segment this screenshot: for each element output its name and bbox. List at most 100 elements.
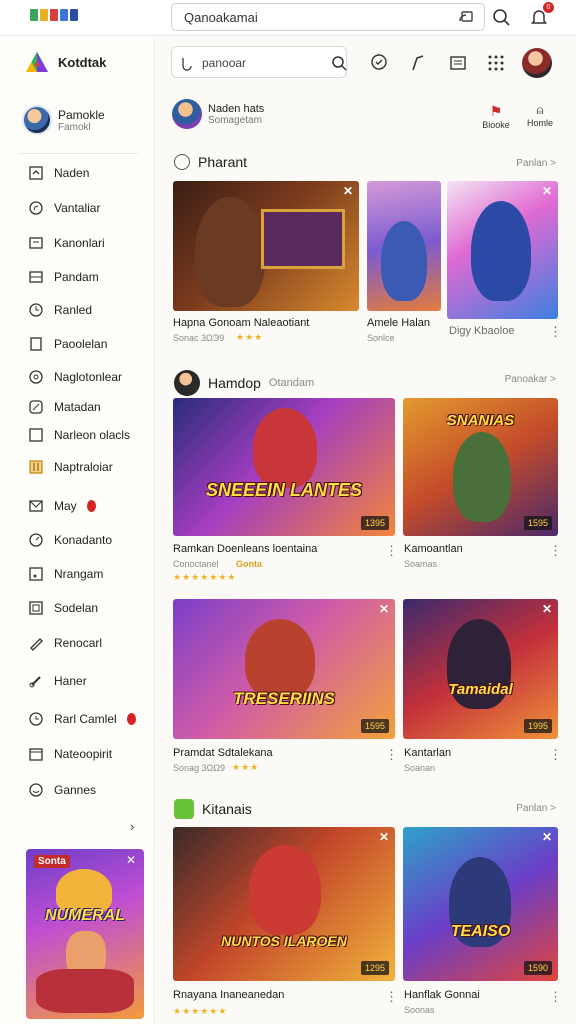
close-icon[interactable]: ✕ bbox=[542, 602, 552, 616]
video-title[interactable]: Kantarlan bbox=[404, 747, 534, 759]
app-logo[interactable]: Kotdtak bbox=[24, 49, 106, 75]
channel-action-1[interactable]: ⚑ Biooke bbox=[476, 103, 516, 130]
list-icon[interactable] bbox=[448, 53, 468, 73]
account-avatar[interactable] bbox=[522, 48, 552, 78]
sidebar-item-matadan[interactable]: Matadan bbox=[28, 397, 101, 417]
sidebar-profile[interactable]: Pamokle Famokl bbox=[22, 105, 105, 135]
video-thumbnail[interactable]: SNEEEIN LANTES 1395 bbox=[173, 398, 395, 536]
more-options-icon[interactable]: ⋮ bbox=[385, 747, 398, 763]
sidebar-item-naglotonlear[interactable]: Naglotonlear bbox=[28, 367, 122, 387]
channel-subtitle: Somagetam bbox=[208, 114, 262, 126]
rating-stars: ★★★★★★★ bbox=[173, 572, 237, 582]
sidebar-item-naptraloiar[interactable]: Naptraloiar bbox=[28, 457, 113, 477]
thumbnail-art bbox=[471, 201, 531, 301]
cast-icon[interactable] bbox=[458, 9, 474, 25]
video-thumbnail[interactable] bbox=[367, 181, 441, 311]
app-tiles-logo[interactable] bbox=[30, 9, 78, 21]
close-icon[interactable]: ✕ bbox=[379, 602, 389, 616]
section-1-more-link[interactable]: Panlan > bbox=[516, 158, 556, 169]
sidebar-item-ranled[interactable]: Ranled bbox=[28, 300, 92, 320]
video-title[interactable]: Rnayana Inaneanedan bbox=[173, 989, 373, 1001]
top-search-input[interactable]: Qanoakamai bbox=[171, 3, 485, 31]
video-thumbnail[interactable]: ✕ bbox=[447, 181, 558, 319]
section-3-more-link[interactable]: Panlan > bbox=[516, 803, 556, 814]
sidebar-item-vantaliar[interactable]: Vantaliar bbox=[28, 198, 100, 218]
video-thumbnail[interactable]: NUNTOS ILAROEN ✕ 1295 bbox=[173, 827, 395, 981]
promo-card[interactable]: Sonta ✕ NUMERAL bbox=[26, 849, 144, 1019]
thumbnail-art bbox=[245, 619, 315, 699]
share-icon[interactable] bbox=[408, 53, 428, 73]
apps-grid-icon[interactable] bbox=[486, 53, 506, 73]
sidebar-item-naden[interactable]: Naden bbox=[28, 163, 89, 183]
chat-icon[interactable] bbox=[369, 53, 389, 73]
video-thumbnail[interactable]: TEAISO ✕ 1590 bbox=[403, 827, 558, 981]
sidebar-item-may[interactable]: May bbox=[28, 496, 96, 516]
duration-badge: 1995 bbox=[523, 719, 552, 733]
video-thumbnail[interactable]: TRESERIINS ✕ 1595 bbox=[173, 599, 395, 739]
sidebar-item-sodelan[interactable]: Sodelan bbox=[28, 598, 98, 618]
search-icon[interactable] bbox=[330, 54, 348, 72]
main-search-input[interactable]: panooar bbox=[171, 46, 347, 78]
sidebar-item-rarl-camlel[interactable]: Rarl Camlel bbox=[28, 709, 136, 729]
video-meta: Soamas bbox=[404, 559, 438, 569]
more-options-icon[interactable]: ⋮ bbox=[549, 543, 562, 559]
sidebar-item-label: Sodelan bbox=[54, 601, 99, 615]
sidebar-item-label: Haner bbox=[54, 674, 87, 688]
video-title[interactable]: Kamoantlan bbox=[404, 543, 534, 555]
grid-icon bbox=[29, 460, 43, 474]
video-meta: Sonac 3ΩЭ9 bbox=[173, 333, 225, 343]
promo-wordmark: NUMERAL bbox=[45, 907, 125, 924]
video-title[interactable]: Digy Kbaoloe bbox=[449, 325, 545, 337]
more-options-icon[interactable]: ⋮ bbox=[385, 989, 398, 1005]
more-options-icon[interactable]: ⋮ bbox=[549, 989, 562, 1005]
video-thumbnail[interactable]: Tamaidal ✕ 1995 bbox=[403, 599, 558, 739]
close-icon[interactable]: ✕ bbox=[542, 830, 552, 844]
notifications-button[interactable]: 0 bbox=[527, 2, 554, 29]
sidebar-item-label: Narleon olacls bbox=[54, 428, 131, 442]
sidebar-item-haner[interactable]: Haner bbox=[28, 671, 87, 691]
video-thumbnail[interactable]: ✕ bbox=[173, 181, 359, 311]
close-icon[interactable]: ✕ bbox=[343, 184, 353, 198]
video-title[interactable]: Hanflak Gonnai bbox=[404, 989, 534, 1001]
sidebar-item-renocarl[interactable]: Renocarl bbox=[28, 633, 102, 653]
section-title-3: Kitanais bbox=[174, 799, 252, 819]
channel-header[interactable]: Naden hats Somagetam bbox=[172, 99, 264, 129]
video-title[interactable]: Ramkan Doenleans loentaina bbox=[173, 543, 373, 555]
notification-badge: 0 bbox=[543, 2, 554, 13]
sidebar-item-label: Matadan bbox=[54, 400, 101, 414]
video-thumbnail[interactable]: SNANIAS 1595 bbox=[403, 398, 558, 536]
close-icon[interactable]: ✕ bbox=[126, 853, 136, 867]
sidebar-item-nrangam[interactable]: Nrangam bbox=[28, 564, 103, 584]
close-icon[interactable]: ✕ bbox=[542, 184, 552, 198]
channel-action-2[interactable]: ⍝ Homle bbox=[520, 103, 560, 128]
more-options-icon[interactable]: ⋮ bbox=[549, 324, 562, 340]
main-content: panooar Naden hats Somagetam ⚑ Biooke ⍝ … bbox=[156, 37, 576, 1024]
thumbnail-art bbox=[195, 197, 265, 307]
more-options-icon[interactable]: ⋮ bbox=[385, 543, 398, 559]
section-title-1: Pharant bbox=[174, 154, 247, 170]
sidebar-item-pandam[interactable]: Pandam bbox=[28, 267, 99, 287]
sidebar-item-kanonlari[interactable]: Kanonlari bbox=[28, 233, 105, 253]
sidebar-item-konadanto[interactable]: Konadanto bbox=[28, 530, 112, 550]
duration-badge: 1595 bbox=[360, 719, 389, 733]
sidebar-item-narleon-olacls[interactable]: Narleon olacls bbox=[28, 425, 130, 445]
alert-dot-icon bbox=[126, 713, 136, 725]
section-2-more-link[interactable]: Panoakar > bbox=[505, 374, 556, 385]
video-title[interactable]: Amele Halan bbox=[367, 317, 441, 329]
sidebar-item-gannes[interactable]: Gannes bbox=[28, 780, 96, 800]
sidebar-item-label: Ranled bbox=[54, 303, 93, 317]
search-icon[interactable] bbox=[489, 5, 513, 29]
more-options-icon[interactable]: ⋮ bbox=[549, 747, 562, 763]
person-icon: ⍝ bbox=[536, 103, 544, 117]
video-title[interactable]: Hapna Gonoam Naleaotiant bbox=[173, 317, 359, 329]
sidebar-item-label: Pandam bbox=[54, 270, 99, 284]
thumbnail-art bbox=[453, 432, 511, 522]
sidebar-item-paoolelan[interactable]: Paoolelan bbox=[28, 334, 107, 354]
clock-icon bbox=[29, 303, 43, 317]
voice-icon[interactable] bbox=[178, 54, 196, 72]
close-icon[interactable]: ✕ bbox=[379, 830, 389, 844]
chevron-right-icon[interactable]: › bbox=[130, 819, 134, 834]
sidebar-item-nateoopirit[interactable]: Nateoopirit bbox=[28, 744, 112, 764]
replay-icon bbox=[29, 712, 43, 726]
video-title[interactable]: Pramdat Sdtalekana bbox=[173, 747, 373, 759]
